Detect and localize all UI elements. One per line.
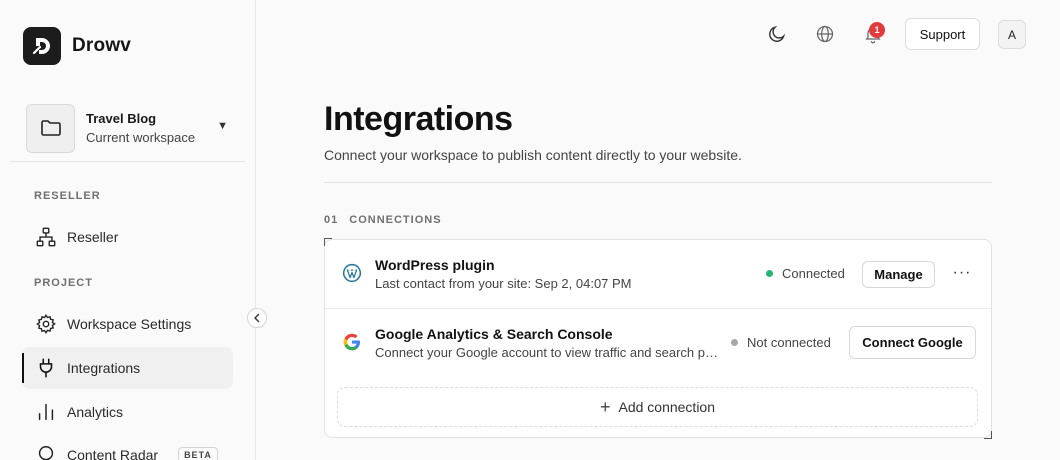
- sidebar-item-label: Analytics: [67, 404, 124, 420]
- add-connection-button[interactable]: + Add connection: [337, 387, 978, 427]
- sidebar-item-label: Integrations: [67, 360, 141, 376]
- folder-icon: [26, 103, 75, 153]
- section-number: 01: [324, 214, 339, 226]
- brand[interactable]: Drowv: [23, 27, 131, 65]
- more-options-icon[interactable]: ···: [951, 262, 973, 284]
- app-name: Drowv: [72, 35, 132, 56]
- section-label-reseller: RESELLER: [34, 190, 101, 202]
- hierarchy-icon: [34, 225, 58, 249]
- status-text: Connected: [782, 266, 845, 281]
- divider: [10, 161, 245, 162]
- sidebar-item-integrations[interactable]: Integrations: [22, 347, 233, 389]
- divider: [324, 182, 992, 183]
- corner-marker: [984, 431, 992, 439]
- chevron-down-icon[interactable]: ▼: [217, 120, 228, 132]
- support-button[interactable]: Support: [905, 18, 980, 50]
- corner-marker: [324, 238, 332, 246]
- connections-section-header: 01 CONNECTIONS: [324, 214, 442, 226]
- sidebar-item-label: Workspace Settings: [67, 316, 192, 332]
- status-dot: [766, 270, 773, 277]
- workspace-name: Travel Blog: [86, 111, 157, 126]
- connection-description: Last contact from your site: Sep 2, 04:0…: [375, 276, 632, 291]
- workspace-subtitle: Current workspace: [86, 130, 196, 145]
- connections-card: WordPress plugin Last contact from your …: [324, 239, 992, 438]
- drowv-logo-icon: [23, 27, 61, 65]
- collapse-sidebar-button[interactable]: [247, 308, 267, 328]
- sidebar-item-analytics[interactable]: Analytics: [22, 391, 233, 433]
- connection-title: Google Analytics & Search Console: [375, 326, 613, 342]
- page-subtitle: Connect your workspace to publish conten…: [324, 147, 742, 163]
- sidebar-item-label: Reseller: [67, 229, 119, 245]
- beta-badge: BETA: [178, 447, 218, 460]
- connection-row-wordpress: WordPress plugin Last contact from your …: [325, 240, 991, 308]
- add-connection-label: Add connection: [618, 399, 716, 415]
- bar-chart-icon: [34, 400, 58, 424]
- plus-icon: +: [599, 397, 611, 417]
- status-badge: Connected: [766, 266, 845, 281]
- globe-icon[interactable]: [813, 22, 837, 46]
- status-text: Not connected: [747, 335, 831, 350]
- notification-badge: 1: [869, 22, 885, 38]
- radar-icon: [34, 443, 58, 460]
- sidebar-item-content-radar[interactable]: Content Radar BETA: [22, 434, 233, 460]
- wordpress-icon: [341, 262, 363, 284]
- avatar[interactable]: A: [998, 20, 1026, 49]
- connection-row-google: Google Analytics & Search Console Connec…: [325, 308, 991, 376]
- sidebar-item-label: Content Radar: [67, 447, 159, 460]
- manage-button[interactable]: Manage: [862, 261, 935, 288]
- page-title: Integrations: [324, 100, 513, 138]
- section-label: CONNECTIONS: [349, 214, 442, 226]
- google-icon: [341, 331, 363, 353]
- gear-icon: [34, 312, 58, 336]
- connect-google-button[interactable]: Connect Google: [849, 326, 976, 359]
- section-label-project: PROJECT: [34, 277, 93, 289]
- status-dot: [731, 339, 738, 346]
- plug-icon: [34, 356, 58, 380]
- moon-icon[interactable]: [765, 22, 789, 46]
- sidebar: Drowv Travel Blog Current workspace ▼ RE…: [0, 0, 256, 460]
- connection-description: Connect your Google account to view traf…: [375, 345, 720, 360]
- workspace-switcher[interactable]: Travel Blog Current workspace ▼: [26, 103, 236, 153]
- connection-title: WordPress plugin: [375, 257, 495, 273]
- chevron-left-icon: [254, 313, 260, 323]
- sidebar-item-reseller[interactable]: Reseller: [22, 216, 233, 258]
- sidebar-item-workspace-settings[interactable]: Workspace Settings: [22, 303, 233, 345]
- status-badge: Not connected: [731, 335, 831, 350]
